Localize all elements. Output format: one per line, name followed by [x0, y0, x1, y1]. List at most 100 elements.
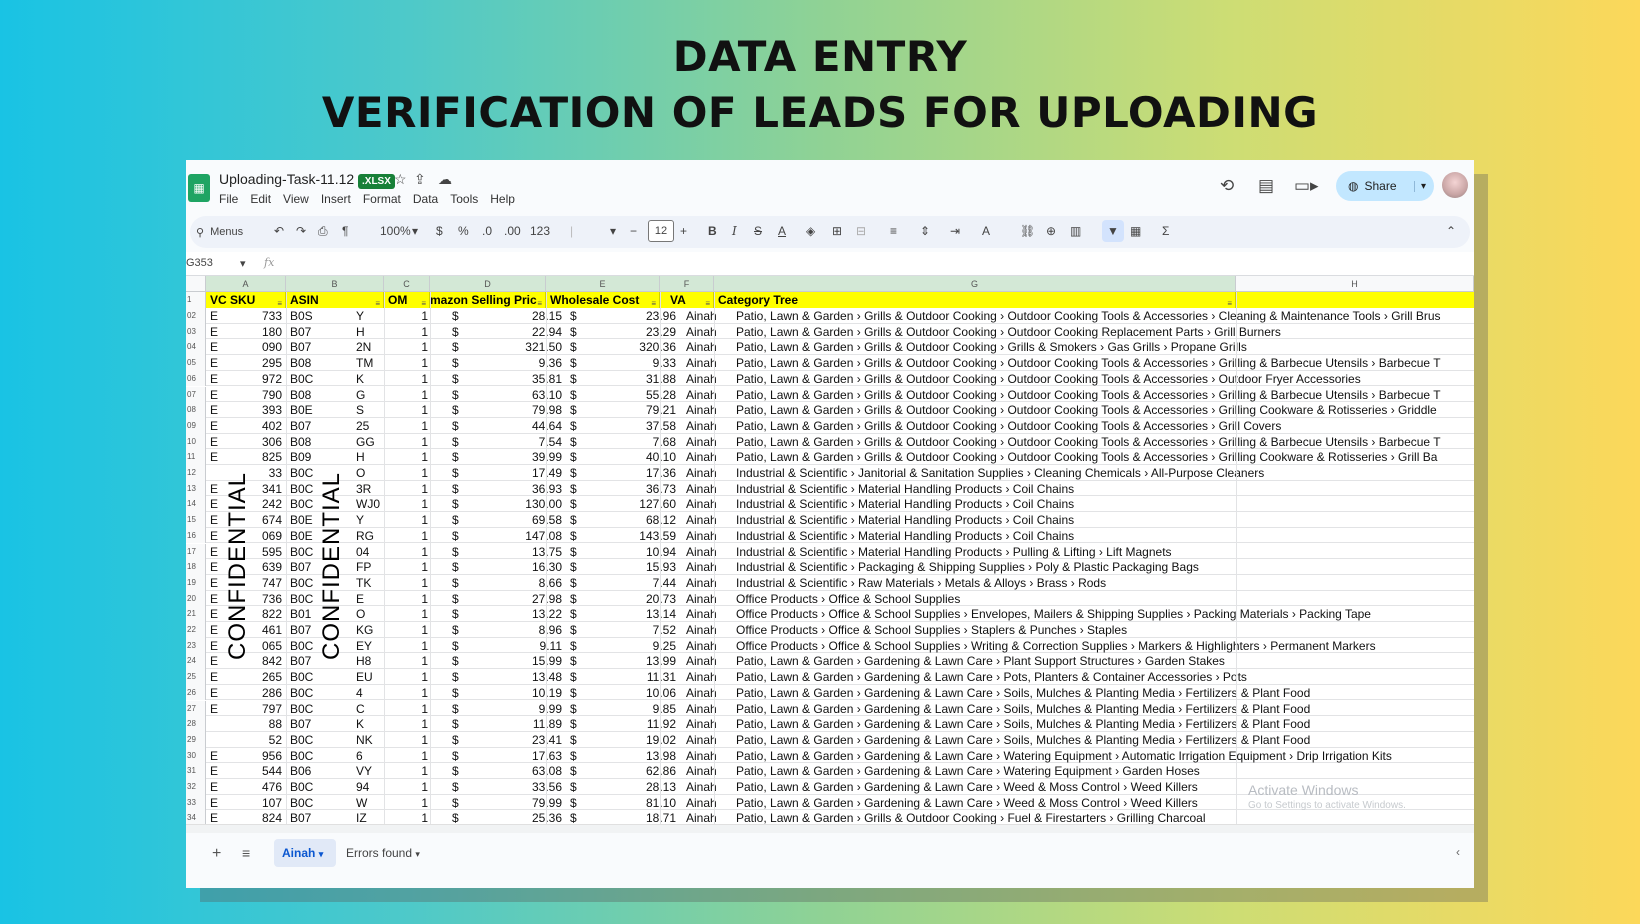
table-row[interactable]: E956B0C6117.6313.98AinahPatio, Lawn & Ga…	[206, 748, 1474, 764]
cell-g[interactable]: Patio, Lawn & Garden › Gardening & Lawn …	[736, 653, 1474, 669]
row-number[interactable]: 34	[186, 810, 206, 824]
cell-a2[interactable]: 797	[226, 701, 286, 717]
cell-a2[interactable]: 476	[226, 779, 286, 795]
cell-e[interactable]: 11.92	[620, 716, 680, 732]
cell-b1[interactable]: B0S	[290, 308, 324, 324]
cell-b1[interactable]: B07	[290, 810, 324, 824]
name-box[interactable]: G353	[186, 257, 213, 269]
row-number[interactable]: 02	[186, 308, 206, 324]
cell-d[interactable]: 8.66	[510, 575, 566, 591]
cell-g[interactable]: Industrial & Scientific › Material Handl…	[736, 496, 1474, 512]
increase-font-size-icon[interactable]: +	[680, 224, 687, 238]
cell-g[interactable]: Office Products › Office & School Suppli…	[736, 591, 1474, 607]
cell-f[interactable]: Ainah	[686, 402, 734, 418]
cell-f[interactable]: Ainah	[686, 387, 734, 403]
cell-a2[interactable]: 180	[226, 324, 286, 340]
cell-c[interactable]: 1	[384, 481, 432, 497]
tab-errors-found[interactable]: Errors found ▾	[346, 839, 420, 867]
row-number[interactable]: 23	[186, 637, 206, 654]
cell-b1[interactable]: B08	[290, 387, 324, 403]
insert-link-icon[interactable]: ⛓	[1020, 224, 1035, 238]
filter-button-icon[interactable]: ≡	[277, 296, 282, 308]
cell-a1[interactable]: E	[210, 402, 226, 418]
cell-f[interactable]: Ainah	[686, 308, 734, 324]
move-to-drive-icon[interactable]: ⇪	[414, 171, 426, 188]
table-row[interactable]: E824B07IZ125.3618.71AinahPatio, Lawn & G…	[206, 810, 1474, 824]
zoom-dropdown-icon[interactable]: ▾	[412, 224, 418, 238]
percent-format-button[interactable]: %	[458, 224, 469, 238]
paint-format-icon[interactable]: ¶	[342, 224, 348, 238]
cell-d[interactable]: 39.99	[510, 449, 566, 465]
cell-d[interactable]: 36.93	[510, 481, 566, 497]
table-row[interactable]: E393B0ES179.9879.21AinahPatio, Lawn & Ga…	[206, 402, 1474, 418]
cell-a2[interactable]: 733	[226, 308, 286, 324]
cell-c[interactable]: 1	[384, 355, 432, 371]
table-row[interactable]: E 090 B07 2N 1 321.50 320.36 Ainah Patio, Lawn &…	[206, 339, 1474, 356]
cell-b1[interactable]: B08	[290, 355, 324, 371]
tab-dropdown-icon[interactable]: ▾	[415, 849, 420, 859]
cell-g[interactable]: Patio, Lawn & Garden › Grills & Outdoor …	[736, 387, 1474, 403]
cell-c[interactable]: 1	[384, 434, 432, 450]
bold-button[interactable]: B	[708, 224, 717, 238]
cell-e[interactable]: 15.93	[620, 559, 680, 575]
cell-c[interactable]: 1	[384, 528, 432, 544]
cell-d[interactable]: 13.48	[510, 669, 566, 685]
cell-d[interactable]: 7.54	[510, 434, 566, 450]
row-number[interactable]: 27	[186, 700, 206, 717]
col-header-f[interactable]: F	[660, 276, 714, 292]
cell-b1[interactable]: B06	[290, 763, 324, 779]
cell-g[interactable]: Industrial & Scientific › Material Handl…	[736, 481, 1474, 497]
header-va[interactable]: VA ≡	[660, 292, 714, 308]
row-number[interactable]: 26	[186, 684, 206, 701]
cell-a2[interactable]: 88	[226, 716, 286, 732]
strikethrough-icon[interactable]: S	[754, 224, 762, 238]
header-asin[interactable]: ASIN ≡	[286, 292, 384, 308]
meet-icon[interactable]: ▭▸	[1294, 176, 1319, 196]
row-number[interactable]: 04	[186, 339, 206, 356]
row-number[interactable]: 21	[186, 606, 206, 622]
cell-a1[interactable]: E	[210, 701, 226, 717]
cell-b1[interactable]: B0C	[290, 779, 324, 795]
table-row[interactable]: 88 B07 K 1 11.89 11.92 Ainah Patio, Lawn & Gard…	[206, 716, 1474, 732]
more-formats-button[interactable]: 123	[530, 224, 550, 238]
row-number[interactable]: 15	[186, 512, 206, 528]
cell-g[interactable]: Patio, Lawn & Garden › Gardening & Lawn …	[736, 716, 1474, 732]
cell-a2[interactable]: 402	[226, 418, 286, 434]
cell-d[interactable]: 63.08	[510, 763, 566, 779]
cell-c[interactable]: 1	[384, 339, 432, 355]
cell-a1[interactable]: E	[210, 779, 226, 795]
cell-a2[interactable]: 090	[226, 339, 286, 355]
cell-e[interactable]: 9.33	[620, 355, 680, 371]
row-number[interactable]: 32	[186, 779, 206, 795]
cell-e[interactable]: 17.36	[620, 465, 680, 481]
row-number[interactable]: 20	[186, 590, 206, 607]
menu-data[interactable]: Data	[413, 192, 438, 206]
row-number[interactable]: 30	[186, 747, 206, 764]
cell-e[interactable]: 10.94	[620, 544, 680, 560]
cell-d[interactable]: 321.50	[510, 339, 566, 355]
cell-g[interactable]: Industrial & Scientific › Material Handl…	[736, 544, 1474, 560]
cell-c[interactable]: 1	[384, 465, 432, 481]
filter-button-icon[interactable]: ≡	[705, 296, 710, 308]
cell-f[interactable]: Ainah	[686, 418, 734, 434]
text-color-icon[interactable]: A	[778, 224, 786, 238]
cell-a1[interactable]: E	[210, 387, 226, 403]
cell-e[interactable]: 23.96	[620, 308, 680, 324]
cell-e[interactable]: 31.88	[620, 371, 680, 387]
header-wholesale-cost[interactable]: Wholesale Cost ≡	[546, 292, 660, 308]
cell-d[interactable]: 27.98	[510, 591, 566, 607]
cell-d[interactable]: 35.81	[510, 371, 566, 387]
font-dropdown-icon[interactable]: ▾	[610, 224, 616, 238]
cell-f[interactable]: Ainah	[686, 324, 734, 340]
header-om[interactable]: OM ≡	[384, 292, 430, 308]
filter-button-icon[interactable]: ≡	[1227, 296, 1232, 308]
filter-icon[interactable]: ▼	[1102, 220, 1124, 242]
cell-e[interactable]: 79.21	[620, 402, 680, 418]
cell-d[interactable]: 28.15	[510, 308, 566, 324]
cell-c[interactable]: 1	[384, 779, 432, 795]
cell-c[interactable]: 1	[384, 387, 432, 403]
insert-comment-icon[interactable]: ⊕	[1046, 224, 1056, 238]
table-row[interactable]: E 461 B07 KG 1 8.96 7.52 Ainah Office Products ›…	[206, 622, 1474, 638]
italic-button[interactable]: I	[732, 224, 737, 238]
cell-g[interactable]: Patio, Lawn & Garden › Grills & Outdoor …	[736, 449, 1474, 465]
